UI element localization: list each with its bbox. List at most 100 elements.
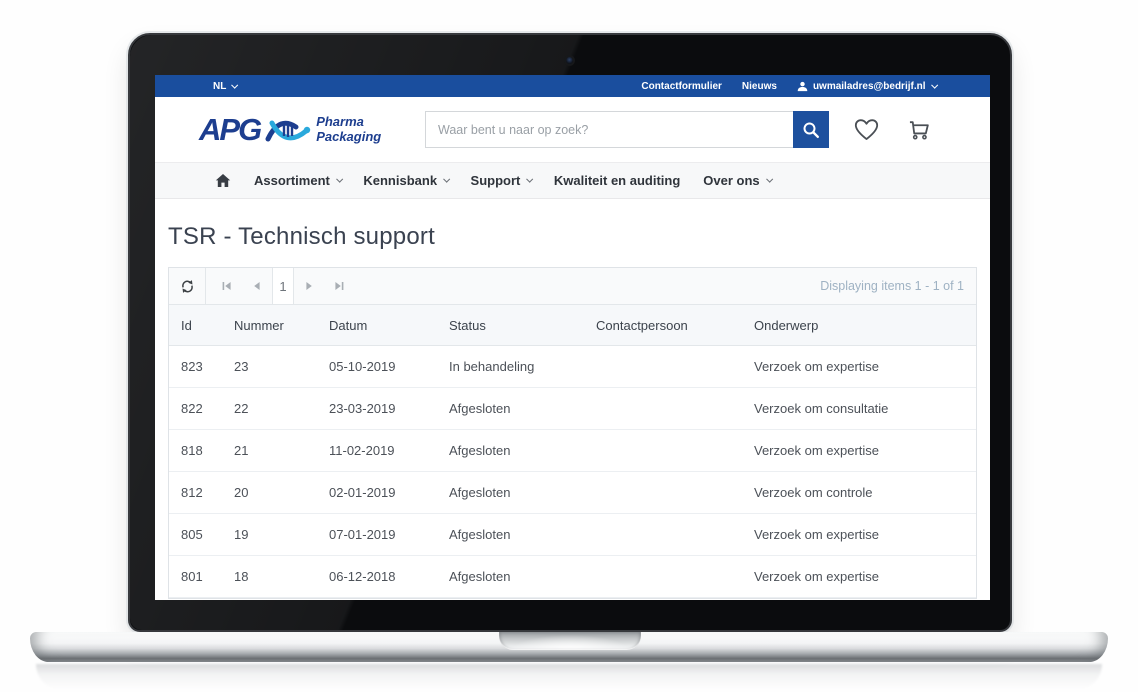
column-header-onderwerp[interactable]: Onderwerp [754, 318, 964, 333]
nav-item-label: Support [471, 173, 521, 188]
logo-tagline-line2: Packaging [316, 130, 381, 144]
webcam-dot [566, 57, 573, 64]
nav-item-label: Assortiment [254, 173, 330, 188]
nav-item-kwaliteit-en-auditing[interactable]: Kwaliteit en auditing [554, 173, 680, 188]
page-title: TSR - Technisch support [168, 223, 977, 251]
cart-button[interactable] [906, 117, 933, 142]
user-icon [797, 81, 808, 92]
next-page-icon [303, 280, 315, 292]
page-content: TSR - Technisch support [155, 223, 990, 599]
nav-item-support[interactable]: Support [471, 173, 531, 188]
cell-datum: 23-03-2019 [329, 401, 449, 416]
grid-header-row: Id Nummer Datum Status Contactpersoon On… [169, 305, 976, 346]
column-header-id[interactable]: Id [181, 318, 234, 333]
column-header-status[interactable]: Status [449, 318, 596, 333]
cell-id: 805 [181, 527, 234, 542]
table-row[interactable]: 818 21 11-02-2019 Afgesloten Verzoek om … [169, 430, 976, 472]
cell-nummer: 21 [234, 443, 329, 458]
account-email: uwmailadres@bedrijf.nl [813, 81, 926, 92]
topbar-link-nieuws[interactable]: Nieuws [742, 81, 777, 92]
language-label: NL [213, 81, 226, 92]
nav-item-label: Over ons [703, 173, 759, 188]
table-row[interactable]: 801 18 06-12-2018 Afgesloten Verzoek om … [169, 556, 976, 598]
cell-id: 823 [181, 359, 234, 374]
nav-home-button[interactable] [215, 173, 231, 188]
logo-tagline: Pharma Packaging [316, 115, 381, 143]
cell-status: Afgesloten [449, 401, 596, 416]
first-page-button[interactable] [212, 268, 242, 304]
language-selector[interactable]: NL [213, 81, 236, 92]
nav-item-label: Kennisbank [363, 173, 437, 188]
refresh-button[interactable] [169, 268, 206, 304]
last-page-button[interactable] [324, 268, 354, 304]
cell-onderwerp: Verzoek om consultatie [754, 401, 964, 416]
previous-page-button[interactable] [242, 268, 272, 304]
cell-id: 801 [181, 569, 234, 584]
cell-nummer: 23 [234, 359, 329, 374]
chevron-down-icon [336, 176, 342, 182]
grid-status-text: Displaying items 1 - 1 of 1 [820, 279, 976, 293]
table-row[interactable]: 823 23 05-10-2019 In behandeling Verzoek… [169, 346, 976, 388]
chevron-down-icon [444, 176, 450, 182]
cell-datum: 07-01-2019 [329, 527, 449, 542]
tsr-grid: 1 Displaying ite [168, 267, 977, 599]
home-icon [215, 173, 231, 188]
nav-item-over-ons[interactable]: Over ons [703, 173, 770, 188]
laptop-mockup: NL Contactformulier Nieuws uwmailadres@b… [0, 0, 1138, 692]
laptop-base [30, 632, 1108, 662]
column-header-nummer[interactable]: Nummer [234, 318, 329, 333]
top-utility-bar: NL Contactformulier Nieuws uwmailadres@b… [155, 75, 990, 97]
last-page-icon [333, 280, 345, 292]
logo[interactable]: APG Pharma Packaging [199, 113, 405, 147]
heart-icon [853, 117, 880, 142]
cell-onderwerp: Verzoek om controle [754, 485, 964, 500]
grid-toolbar: 1 Displaying ite [169, 268, 976, 305]
chevron-down-icon [766, 176, 772, 182]
cell-id: 822 [181, 401, 234, 416]
cell-datum: 02-01-2019 [329, 485, 449, 500]
account-menu[interactable]: uwmailadres@bedrijf.nl [797, 81, 935, 92]
column-header-contactpersoon[interactable]: Contactpersoon [596, 318, 754, 333]
first-page-icon [221, 280, 233, 292]
cell-onderwerp: Verzoek om expertise [754, 443, 964, 458]
cell-nummer: 19 [234, 527, 329, 542]
site-header: APG Pharma Packaging [155, 97, 990, 162]
cell-status: Afgesloten [449, 485, 596, 500]
current-page-indicator[interactable]: 1 [272, 268, 294, 304]
search-input[interactable] [425, 111, 793, 148]
cell-datum: 11-02-2019 [329, 443, 449, 458]
laptop-base-notch [499, 632, 641, 650]
cell-datum: 06-12-2018 [329, 569, 449, 584]
search-bar [425, 111, 829, 148]
column-header-datum[interactable]: Datum [329, 318, 449, 333]
next-page-button[interactable] [294, 268, 324, 304]
table-row[interactable]: 822 22 23-03-2019 Afgesloten Verzoek om … [169, 388, 976, 430]
nav-item-kennisbank[interactable]: Kennisbank [363, 173, 447, 188]
cell-nummer: 20 [234, 485, 329, 500]
main-navigation: Assortiment Kennisbank Support Kwaliteit… [155, 162, 990, 199]
dna-swoosh-icon [265, 113, 311, 147]
cell-status: Afgesloten [449, 443, 596, 458]
cell-nummer: 22 [234, 401, 329, 416]
cell-nummer: 18 [234, 569, 329, 584]
browser-viewport: NL Contactformulier Nieuws uwmailadres@b… [155, 75, 990, 600]
chevron-down-icon [232, 81, 238, 87]
cell-status: Afgesloten [449, 527, 596, 542]
table-row[interactable]: 805 19 07-01-2019 Afgesloten Verzoek om … [169, 514, 976, 556]
cell-onderwerp: Verzoek om expertise [754, 569, 964, 584]
cell-id: 812 [181, 485, 234, 500]
laptop-reflection [36, 664, 1102, 690]
pagination: 1 [212, 268, 354, 304]
wishlist-button[interactable] [853, 117, 880, 142]
cell-datum: 05-10-2019 [329, 359, 449, 374]
nav-item-assortiment[interactable]: Assortiment [254, 173, 340, 188]
previous-page-icon [251, 280, 263, 292]
search-icon [802, 121, 820, 139]
table-row[interactable]: 812 20 02-01-2019 Afgesloten Verzoek om … [169, 472, 976, 514]
cell-onderwerp: Verzoek om expertise [754, 359, 964, 374]
search-button[interactable] [793, 111, 829, 148]
topbar-link-contactformulier[interactable]: Contactformulier [641, 81, 722, 92]
nav-item-label: Kwaliteit en auditing [554, 173, 680, 188]
cart-icon [906, 117, 933, 142]
cell-status: In behandeling [449, 359, 596, 374]
